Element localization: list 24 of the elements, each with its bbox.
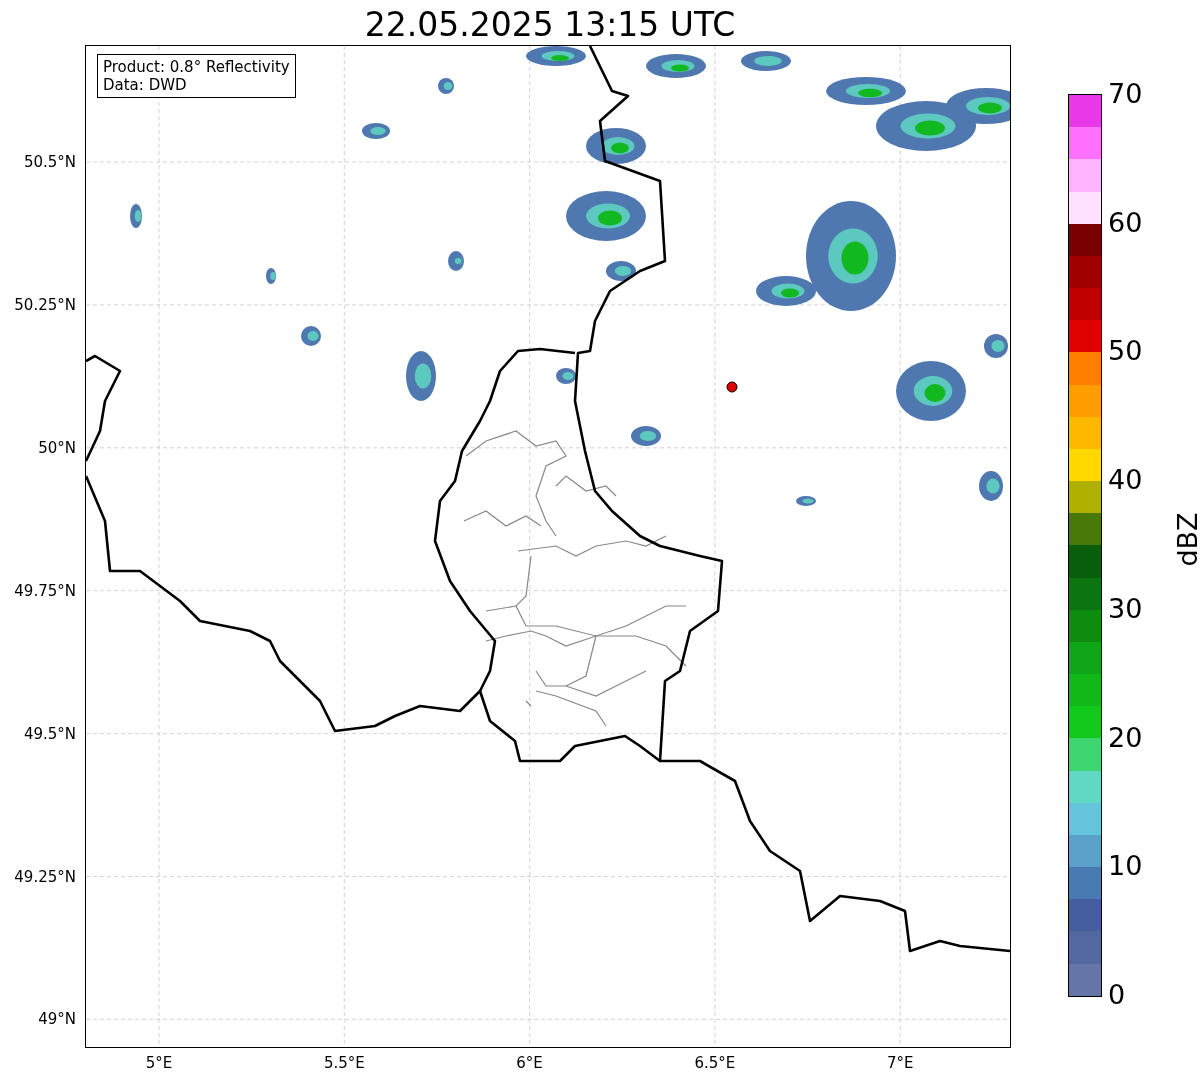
chart-title: 22.05.2025 13:15 UTC [363,4,737,45]
y-tick-label: 49.5°N [23,724,76,743]
y-tick-label: 50.5°N [23,153,76,171]
y-tick-label: 50°N [38,438,76,457]
x-tick-label: 5°E [145,1054,173,1072]
x-tick-label: 7°E [886,1054,914,1072]
colorbar-label: dBZ [1171,512,1202,567]
legend-text: Data: DWD [103,76,188,94]
x-tick-label: 6.5°E [694,1054,736,1072]
colorbar-tick-label: 0 [1108,980,1126,1010]
colorbar-tick-label: 30 [1108,593,1143,624]
colorbar-tick-label: 20 [1108,722,1143,753]
x-tick-label: 5.5°E [323,1054,365,1072]
colorbar-tick-label: 50 [1108,336,1143,367]
y-tick-label: 49°N [38,1010,76,1029]
y-tick-label: 49.75°N [14,581,76,600]
colorbar-tick-label: 10 [1108,851,1143,882]
x-tick-label: 6°E [516,1054,543,1072]
y-tick-label: 50.25°N [14,295,76,314]
colorbar-tick-label: 40 [1108,465,1143,496]
legend-text: Product: 0.8° Reflectivity [103,58,290,76]
y-tick-label: 49.25°N [14,867,76,886]
colorbar-tick-label: 70 [1108,79,1143,109]
colorbar-tick-label: 60 [1108,207,1143,238]
